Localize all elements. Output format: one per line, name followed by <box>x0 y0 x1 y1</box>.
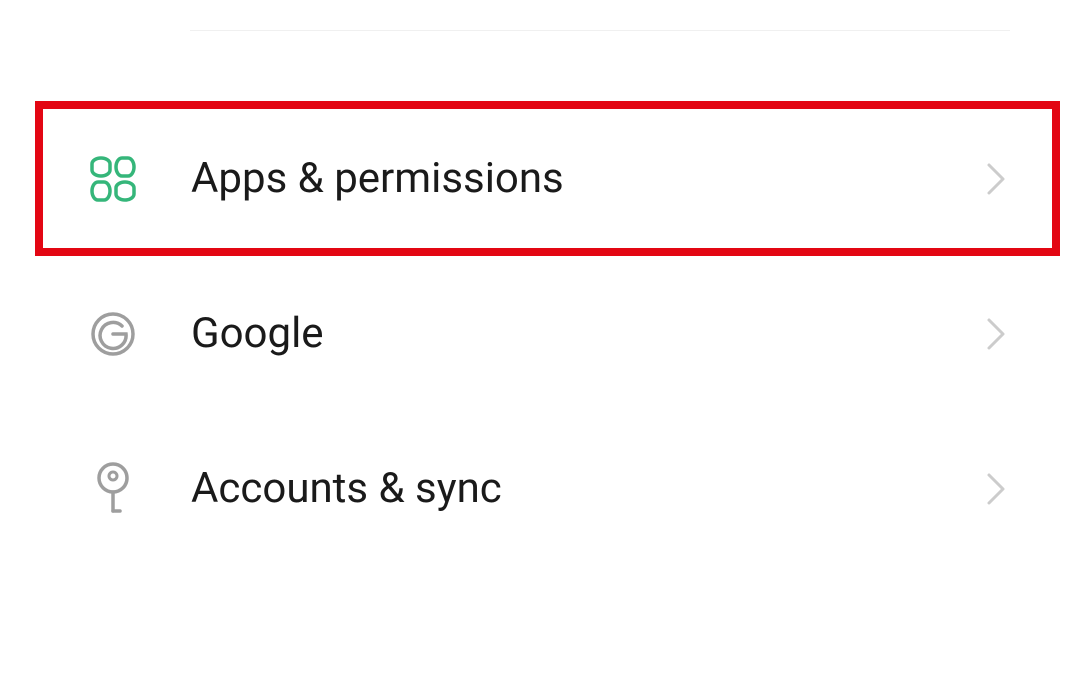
chevron-right-icon <box>982 320 1010 348</box>
settings-item-label: Accounts & sync <box>191 464 982 513</box>
settings-item-apps-permissions[interactable]: Apps & permissions <box>35 101 1060 256</box>
settings-item-google[interactable]: Google <box>0 256 1080 411</box>
chevron-right-icon <box>982 475 1010 503</box>
settings-list: Apps & permissions Google <box>0 0 1080 566</box>
settings-item-label: Google <box>191 309 982 358</box>
chevron-right-icon <box>982 165 1010 193</box>
settings-item-accounts-sync[interactable]: Accounts & sync <box>0 411 1080 566</box>
divider <box>190 30 1010 31</box>
key-icon <box>88 464 138 514</box>
settings-item-label: Apps & permissions <box>191 154 982 203</box>
apps-icon <box>88 154 138 204</box>
google-icon <box>88 309 138 359</box>
